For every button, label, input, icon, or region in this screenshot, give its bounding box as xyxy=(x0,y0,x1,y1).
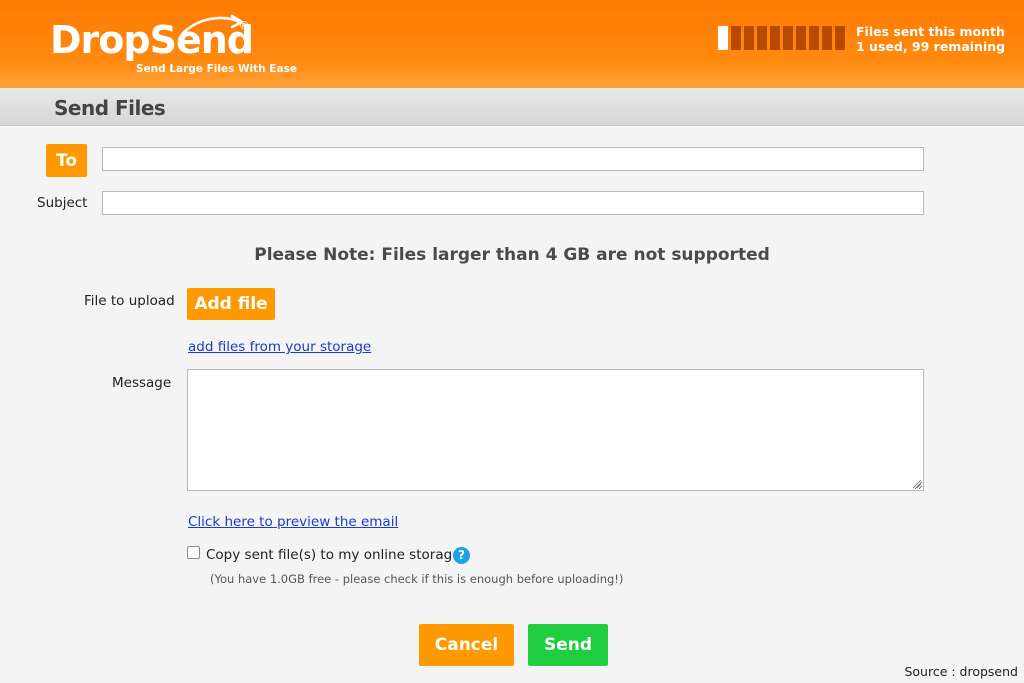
usage-meter-segment xyxy=(796,26,806,50)
copy-to-storage-checkbox[interactable] xyxy=(187,546,200,559)
usage-meter-segment xyxy=(822,26,832,50)
file-size-note: Please Note: Files larger than 4 GB are … xyxy=(254,245,770,265)
message-label: Message xyxy=(112,375,172,391)
app-header: DropSend ® Send Large Files With Ease Fi… xyxy=(0,0,1024,88)
to-input[interactable] xyxy=(102,147,924,171)
usage-meter-segment xyxy=(744,26,754,50)
add-from-storage-link[interactable]: add files from your storage xyxy=(188,339,371,355)
help-icon[interactable]: ? xyxy=(453,547,470,564)
usage-meter-segment xyxy=(783,26,793,50)
page-title-bar: Send Files xyxy=(0,88,1024,126)
add-file-button[interactable]: Add file xyxy=(187,288,275,320)
cancel-button[interactable]: Cancel xyxy=(419,624,514,666)
file-to-upload-label: File to upload xyxy=(84,293,175,309)
files-stat-title: Files sent this month xyxy=(856,24,1005,39)
logo-tagline: Send Large Files With Ease xyxy=(136,63,297,75)
registered-mark: ® xyxy=(240,20,249,32)
preview-email-link[interactable]: Click here to preview the email xyxy=(188,514,398,530)
storage-free-hint: (You have 1.0GB free - please check if t… xyxy=(210,572,624,586)
to-button[interactable]: To xyxy=(46,144,87,177)
message-textarea[interactable] xyxy=(187,369,924,491)
usage-meter-segment xyxy=(835,26,845,50)
files-stat-count: 1 used, 99 remaining xyxy=(856,39,1006,54)
logo-swoosh-icon xyxy=(180,14,244,36)
source-credit: Source : dropsend xyxy=(904,664,1018,679)
usage-meter-segment xyxy=(718,26,728,50)
subject-input[interactable] xyxy=(102,191,924,215)
dropsend-logo[interactable]: DropSend ® Send Large Files With Ease xyxy=(50,14,297,78)
send-button[interactable]: Send xyxy=(528,624,608,666)
usage-meter-segment xyxy=(731,26,741,50)
subject-label: Subject xyxy=(37,195,88,211)
monthly-usage-meter xyxy=(718,26,845,50)
files-sent-stat: Files sent this month 1 used, 99 remaini… xyxy=(856,24,1005,54)
copy-to-storage-label[interactable]: Copy sent file(s) to my online storage xyxy=(206,547,460,563)
resize-grip-icon[interactable] xyxy=(911,478,922,489)
usage-meter-segment xyxy=(809,26,819,50)
page-title: Send Files xyxy=(54,96,166,120)
usage-meter-segment xyxy=(757,26,767,50)
usage-meter-segment xyxy=(770,26,780,50)
